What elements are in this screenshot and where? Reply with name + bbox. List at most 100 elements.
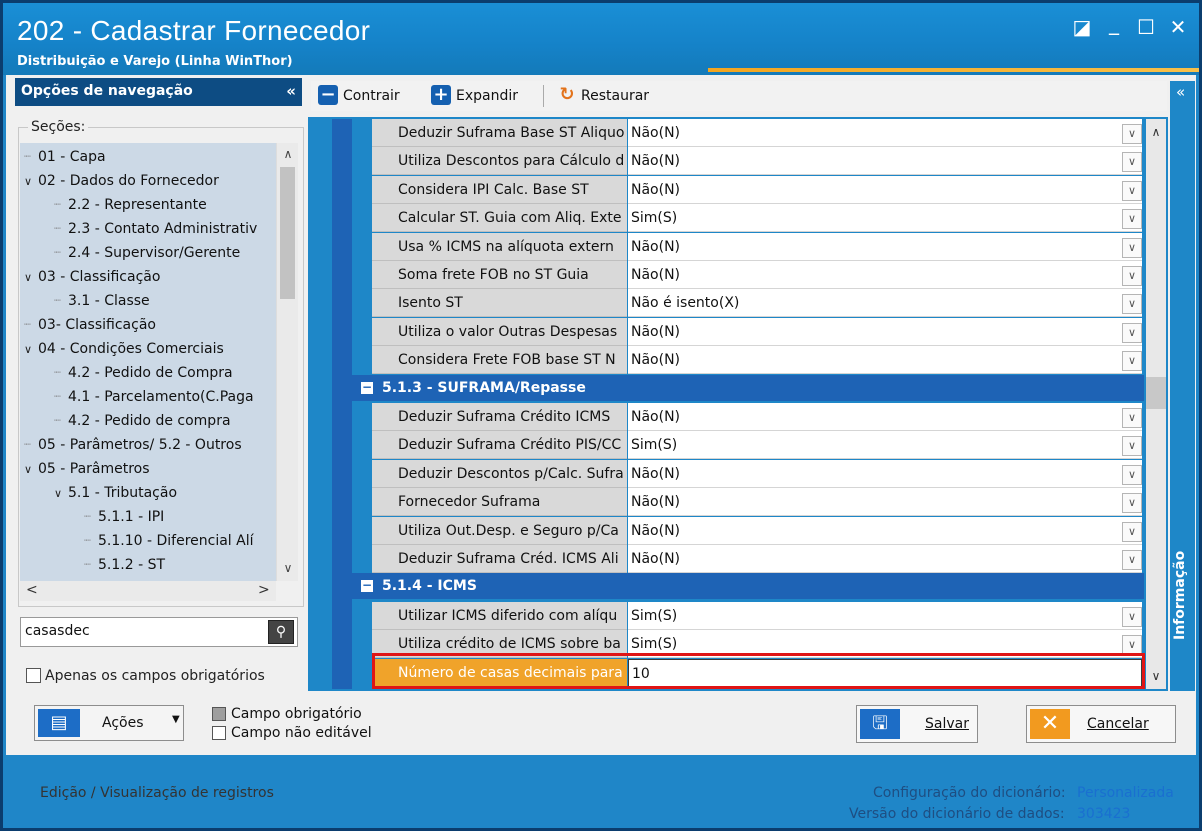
dropdown-chevron-icon[interactable]: ∨ <box>1122 322 1142 343</box>
grid-row-value[interactable]: Não(N) <box>628 147 1142 176</box>
grid-scroll-thumb[interactable] <box>1146 377 1166 409</box>
grid-row[interactable]: Deduzir Suframa Créd. ICMS Ali Não(N) ∨ <box>372 545 1144 573</box>
tree-item[interactable]: 03- Classificação <box>38 317 156 333</box>
dropdown-chevron-icon[interactable]: ∨ <box>1122 351 1142 372</box>
dropdown-chevron-icon[interactable]: ∨ <box>1122 408 1142 428</box>
dropdown-chevron-icon[interactable]: ∨ <box>1122 237 1142 258</box>
grid-row-value[interactable]: Não(N) <box>628 261 1142 289</box>
tree-item[interactable]: 02 - Dados do Fornecedor <box>38 173 219 189</box>
nav-collapse-button[interactable]: « <box>286 82 296 100</box>
dropdown-chevron-icon[interactable]: ∨ <box>1122 464 1142 485</box>
search-icon[interactable]: ⚲ <box>268 620 294 644</box>
dropdown-chevron-icon[interactable]: ∨ <box>1122 124 1142 144</box>
grid-row-value[interactable]: Não é isento(X) <box>628 289 1142 318</box>
dropdown-chevron-icon[interactable]: ∨ <box>1122 521 1142 542</box>
tree-item[interactable]: 2.3 - Contato Administrativ <box>68 221 257 237</box>
tree-expander-icon[interactable]: ∨ <box>24 343 32 356</box>
dropdown-chevron-icon[interactable]: ∨ <box>1122 606 1142 627</box>
dropdown-chevron-icon[interactable]: ∨ <box>1122 180 1142 201</box>
grid-row-value[interactable]: Não(N) <box>628 232 1142 261</box>
contrair-button[interactable]: Contrair <box>343 88 400 104</box>
grid-row-value[interactable]: Não(N) <box>628 403 1142 431</box>
grid-row[interactable]: Isento ST Não é isento(X) ∨ <box>372 289 1144 318</box>
tree-item[interactable]: 05 - Parâmetros <box>38 461 150 477</box>
grid-row-value[interactable]: Não(N) <box>628 488 1142 517</box>
tree-vertical-scrollbar[interactable]: ∧ ∨ <box>276 143 298 581</box>
grid-row[interactable]: Deduzir Descontos p/Calc. Sufra Não(N) ∨ <box>372 459 1144 488</box>
tree-item[interactable]: 5.1.2 - ST <box>98 557 165 573</box>
restaurar-button[interactable]: Restaurar <box>581 88 649 104</box>
tree-item[interactable]: 2.2 - Representante <box>68 197 207 213</box>
grid-row[interactable]: Utiliza Descontos para Cálculo d Não(N) ∨ <box>372 147 1144 176</box>
grid-row-value[interactable]: Não(N) <box>628 516 1142 545</box>
tree-item[interactable]: 4.1 - Parcelamento(C.Paga <box>68 389 254 405</box>
tree-item[interactable]: 4.2 - Pedido de Compra <box>68 365 233 381</box>
tree-expander-icon[interactable]: ∨ <box>24 175 32 188</box>
close-button[interactable]: ✕ <box>1165 15 1191 39</box>
grid-row[interactable]: Utilizar ICMS diferido com alíqu Sim(S) ∨ <box>372 601 1144 630</box>
acoes-button[interactable]: ▤ Ações ▼ <box>34 705 184 741</box>
tree-item[interactable]: 5.1.10 - Diferencial Alí <box>98 533 254 549</box>
tree-item[interactable]: 2.4 - Supervisor/Gerente <box>68 245 240 261</box>
expandir-button[interactable]: Expandir <box>456 88 518 104</box>
grid-row[interactable]: Considera Frete FOB base ST N Não(N) ∨ <box>372 346 1144 375</box>
grid-row-value[interactable]: Sim(S) <box>628 601 1142 630</box>
search-input[interactable]: casasdec <box>20 617 298 647</box>
tree-item[interactable]: 05 - Parâmetros/ 5.2 - Outros <box>38 437 242 453</box>
scroll-up-icon[interactable]: ∧ <box>277 147 299 161</box>
grid-scroll-up-icon[interactable]: ∧ <box>1146 125 1166 139</box>
grid-row[interactable]: Deduzir Suframa Crédito ICMS Não(N) ∨ <box>372 403 1144 431</box>
dropdown-chevron-icon[interactable]: ∨ <box>1122 436 1142 457</box>
grid-section-header[interactable]: −5.1.3 - SUFRAMA/Repasse <box>352 374 1144 401</box>
grid-row[interactable]: Deduzir Suframa Base ST Aliquo Não(N) ∨ <box>372 119 1144 147</box>
grid-row-value[interactable]: Não(N) <box>628 317 1142 346</box>
collapse-section-icon[interactable]: − <box>361 579 373 593</box>
tree-item[interactable]: 5.1 - Tributação <box>68 485 177 501</box>
grid-row-value[interactable]: Não(N) <box>628 346 1142 375</box>
grid-vertical-scrollbar[interactable]: ∧ ∨ <box>1146 119 1166 689</box>
collapse-section-icon[interactable]: − <box>361 381 373 394</box>
dropdown-arrow-icon[interactable]: ▼ <box>172 714 180 725</box>
sections-tree[interactable]: ┈ 01 - Capa ∨ 02 - Dados do Fornecedor ┈ 2.2 … <box>20 143 276 581</box>
tree-horizontal-scrollbar[interactable]: < > <box>20 581 276 601</box>
grid-row-value[interactable]: Sim(S) <box>628 204 1142 233</box>
grid-row[interactable]: Considera IPI Calc. Base ST Não(N) ∨ <box>372 175 1144 204</box>
tree-expander-icon[interactable]: ∨ <box>24 463 32 476</box>
restore-icon[interactable]: ◪ <box>1069 15 1095 39</box>
dropdown-chevron-icon[interactable]: ∨ <box>1122 550 1142 570</box>
grid-section-header[interactable]: −5.1.4 - ICMS <box>352 573 1144 600</box>
dropdown-chevron-icon[interactable]: ∨ <box>1122 294 1142 315</box>
grid-scroll-down-icon[interactable]: ∨ <box>1146 669 1166 683</box>
grid-row[interactable]: Utiliza Out.Desp. e Seguro p/Ca Não(N) ∨ <box>372 516 1144 545</box>
tree-item[interactable]: 4.2 - Pedido de compra <box>68 413 231 429</box>
dropdown-chevron-icon[interactable]: ∨ <box>1122 493 1142 514</box>
only-required-checkbox[interactable] <box>26 668 41 683</box>
info-collapse-button[interactable]: « <box>1176 83 1185 101</box>
grid-row[interactable]: Fornecedor Suframa Não(N) ∨ <box>372 488 1144 517</box>
tree-item[interactable]: 04 - Condições Comerciais <box>38 341 224 357</box>
grid-row-value[interactable]: Não(N) <box>628 119 1142 147</box>
scroll-right-icon[interactable]: > <box>258 582 270 598</box>
salvar-button[interactable]: 🖫 Salvar <box>856 705 978 743</box>
minimize-button[interactable]: _ <box>1101 11 1127 35</box>
grid-row[interactable]: Soma frete FOB no ST Guia Não(N) ∨ <box>372 261 1144 289</box>
grid-row[interactable]: Usa % ICMS na alíquota extern Não(N) ∨ <box>372 232 1144 261</box>
grid-row-value[interactable]: Sim(S) <box>628 431 1142 460</box>
maximize-button[interactable]: ☐ <box>1133 15 1159 39</box>
grid-row-value[interactable]: Não(N) <box>628 459 1142 488</box>
tree-item[interactable]: 3.1 - Classe <box>68 293 150 309</box>
dropdown-chevron-icon[interactable]: ∨ <box>1122 266 1142 286</box>
cancelar-button[interactable]: ✕ Cancelar <box>1026 705 1176 743</box>
grid-row[interactable]: Deduzir Suframa Crédito PIS/CC Sim(S) ∨ <box>372 431 1144 460</box>
dropdown-chevron-icon[interactable]: ∨ <box>1122 152 1142 173</box>
grid-row[interactable]: Utiliza o valor Outras Despesas Não(N) ∨ <box>372 317 1144 346</box>
tree-scroll-thumb[interactable] <box>280 167 295 299</box>
tree-expander-icon[interactable]: ∨ <box>54 487 62 500</box>
grid-row-value[interactable]: Não(N) <box>628 175 1142 204</box>
restore-arrow-icon[interactable]: ↻ <box>557 85 577 105</box>
scroll-down-icon[interactable]: ∨ <box>277 561 299 575</box>
grid-row-value[interactable]: Não(N) <box>628 545 1142 573</box>
dropdown-chevron-icon[interactable]: ∨ <box>1122 209 1142 230</box>
grid-row[interactable]: Calcular ST. Guia com Aliq. Exte Sim(S) ∨ <box>372 204 1144 233</box>
collapse-icon[interactable]: − <box>318 85 338 105</box>
